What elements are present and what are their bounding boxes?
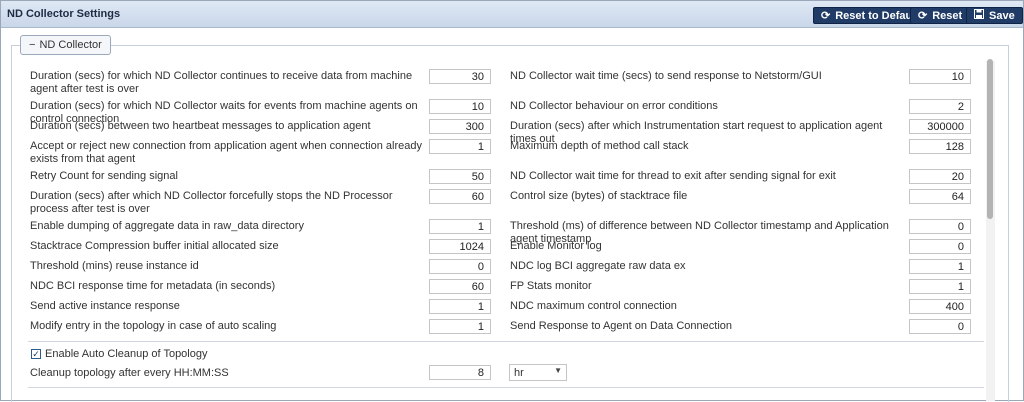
cleanup-interval-label: Cleanup topology after every HH:MM:SS [30, 367, 229, 379]
setting-value-input[interactable]: 0 [909, 219, 971, 234]
setting-value-input[interactable]: 400 [909, 299, 971, 314]
setting-label: ND Collector behaviour on error conditio… [510, 100, 718, 112]
setting-label: Threshold (mins) reuse instance id [30, 260, 199, 272]
setting-value-input[interactable]: 300000 [909, 119, 971, 134]
scrollbar-thumb[interactable] [987, 59, 993, 219]
setting-label: Enable Monitor log [510, 240, 602, 252]
setting-label: NDC BCI response time for metadata (in s… [30, 280, 276, 292]
setting-value-input[interactable]: 10 [429, 99, 491, 114]
setting-label: Send Response to Agent on Data Connectio… [510, 320, 732, 332]
setting-value-input[interactable]: 1 [429, 299, 491, 314]
setting-value-input[interactable]: 1024 [429, 239, 491, 254]
setting-value-input[interactable]: 1 [429, 139, 491, 154]
floppy-disk-icon [974, 9, 984, 22]
setting-label: Modify entry in the topology in case of … [30, 320, 277, 332]
setting-value-input[interactable]: 20 [909, 169, 971, 184]
setting-label: Enable dumping of aggregate data in raw_… [30, 220, 304, 232]
section-divider [28, 387, 984, 388]
setting-label: NDC maximum control connection [510, 300, 677, 312]
setting-value-input[interactable]: 60 [429, 189, 491, 204]
enable-auto-cleanup-checkbox[interactable]: ✓ [31, 349, 41, 359]
collapse-icon: − [29, 39, 36, 51]
setting-label: Control size (bytes) of stacktrace file [510, 190, 688, 202]
setting-label: Duration (secs) between two heartbeat me… [30, 120, 371, 132]
setting-label: Duration (secs) for which ND Collector c… [30, 70, 413, 95]
enable-auto-cleanup-label: Enable Auto Cleanup of Topology [45, 348, 208, 360]
refresh-icon: ⟳ [918, 10, 928, 22]
setting-value-input[interactable]: 0 [909, 239, 971, 254]
reset-to-default-label: Reset to Default [835, 9, 919, 22]
setting-label: Duration (secs) after which ND Collector… [30, 190, 393, 215]
setting-label: Accept or reject new connection from app… [30, 140, 422, 165]
page-title: ND Collector Settings [7, 8, 121, 20]
setting-value-input[interactable]: 60 [429, 279, 491, 294]
setting-label: Maximum depth of method call stack [510, 140, 689, 152]
setting-value-input[interactable]: 1 [909, 259, 971, 274]
setting-label: Retry Count for sending signal [30, 170, 178, 182]
section-legend: ND Collector [39, 39, 102, 51]
nd-collector-section-toggle[interactable]: − ND Collector [20, 35, 111, 55]
cleanup-interval-input[interactable]: 8 [429, 365, 491, 380]
setting-value-input[interactable]: 64 [909, 189, 971, 204]
refresh-icon: ⟳ [821, 10, 831, 22]
reset-button[interactable]: ⟳ Reset [910, 7, 971, 24]
nd-collector-settings-window: ND Collector Settings ⟳ Reset to Default… [0, 0, 1024, 402]
section-divider [28, 341, 984, 342]
chevron-down-icon: ▼ [554, 366, 562, 375]
setting-value-input[interactable]: 0 [909, 319, 971, 334]
setting-value-input[interactable]: 300 [429, 119, 491, 134]
setting-label: FP Stats monitor [510, 280, 592, 292]
setting-value-input[interactable]: 10 [909, 69, 971, 84]
setting-label: Stacktrace Compression buffer initial al… [30, 240, 279, 252]
setting-value-input[interactable]: 2 [909, 99, 971, 114]
save-label: Save [989, 9, 1015, 22]
setting-value-input[interactable]: 1 [429, 219, 491, 234]
setting-value-input[interactable]: 1 [429, 319, 491, 334]
setting-value-input[interactable]: 128 [909, 139, 971, 154]
save-button[interactable]: Save [966, 7, 1023, 24]
titlebar: ND Collector Settings ⟳ Reset to Default… [1, 1, 1023, 28]
setting-label: ND Collector wait time for thread to exi… [510, 170, 836, 182]
setting-value-input[interactable]: 0 [429, 259, 491, 274]
setting-label: Send active instance response [30, 300, 180, 312]
setting-value-input[interactable]: 1 [909, 279, 971, 294]
cleanup-unit-select[interactable]: hr ▼ [509, 364, 567, 381]
setting-value-input[interactable]: 50 [429, 169, 491, 184]
cleanup-unit-selected: hr [514, 367, 524, 379]
setting-value-input[interactable]: 30 [429, 69, 491, 84]
setting-label: ND Collector wait time (secs) to send re… [510, 70, 822, 82]
setting-label: NDC log BCI aggregate raw data ex [510, 260, 686, 272]
reset-label: Reset [932, 9, 963, 22]
